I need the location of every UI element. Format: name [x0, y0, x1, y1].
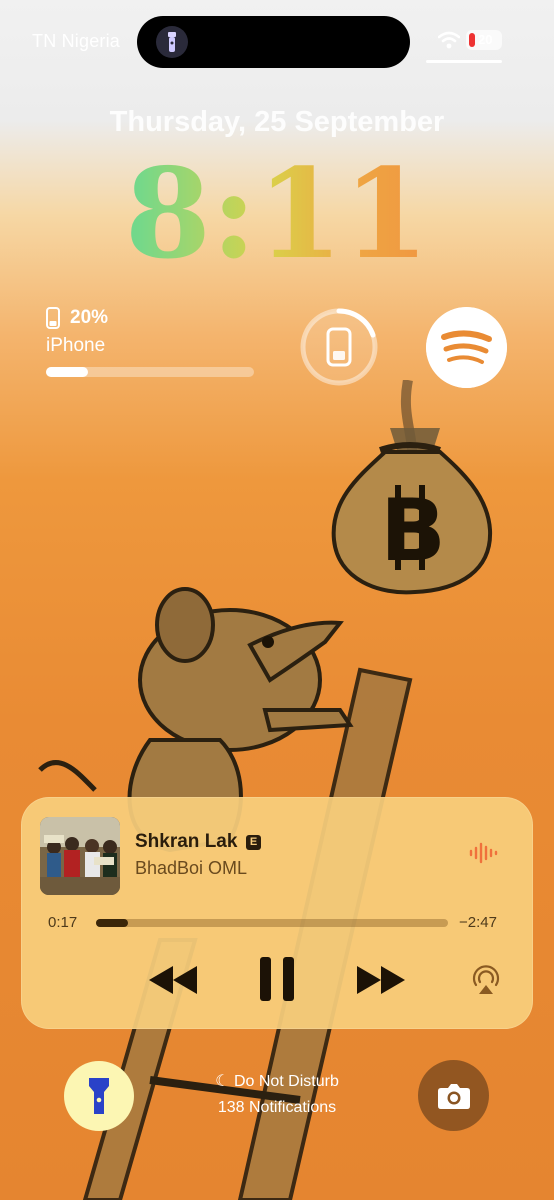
wifi-icon [438, 31, 460, 49]
playback-scrubber-fill [96, 919, 128, 927]
status-underline [426, 60, 502, 63]
track-artist: BhadBoi OML [135, 858, 248, 878]
lock-date: Thursday, 25 September [109, 106, 445, 138]
spotify-widget[interactable] [426, 307, 507, 388]
battery-widget-bar [46, 367, 254, 377]
waveform-icon [469, 842, 498, 864]
now-playing-card[interactable]: Shkran Lak E BhadBoi OML 0:17 −2:47 [21, 797, 533, 1029]
battery-widget-device: iPhone [46, 335, 106, 356]
phone-icon [46, 307, 60, 329]
explicit-badge: E [246, 835, 261, 850]
battery-percent: 20 [478, 32, 493, 47]
rewind-icon [149, 966, 197, 994]
time-elapsed: 0:17 [48, 914, 78, 931]
dynamic-island[interactable] [137, 16, 410, 68]
battery-level-icon [469, 33, 475, 47]
svg-text:B: B [380, 481, 446, 581]
fast-forward-button[interactable] [355, 962, 407, 998]
battery-widget-bar-fill [46, 367, 88, 377]
carrier-name: TN Nigeria [32, 31, 121, 51]
camera-icon [437, 1083, 470, 1109]
flashlight-icon [156, 26, 188, 58]
battery-widget[interactable]: 20% iPhone [46, 307, 256, 377]
playback-scrubber[interactable] [96, 919, 448, 927]
camera-button[interactable] [418, 1060, 489, 1131]
rewind-button[interactable] [147, 962, 199, 998]
battery-ring-widget[interactable] [299, 307, 379, 387]
time-remaining: −2:47 [459, 914, 497, 931]
airplay-button[interactable] [470, 963, 502, 995]
track-title: Shkran Lak [135, 831, 238, 852]
fast-forward-icon [357, 966, 405, 994]
focus-label: Do Not Disturb [233, 1073, 339, 1090]
lock-time: 8:11 [0, 150, 554, 280]
album-art-image [40, 817, 120, 895]
moon-icon: ☾ [215, 1073, 230, 1090]
battery-widget-percent: 20% [70, 307, 109, 328]
airplay-icon [472, 965, 500, 987]
pause-button[interactable] [258, 955, 296, 1003]
pause-icon [260, 957, 294, 1001]
battery-indicator: 20 [466, 30, 502, 50]
album-art[interactable] [40, 817, 120, 895]
